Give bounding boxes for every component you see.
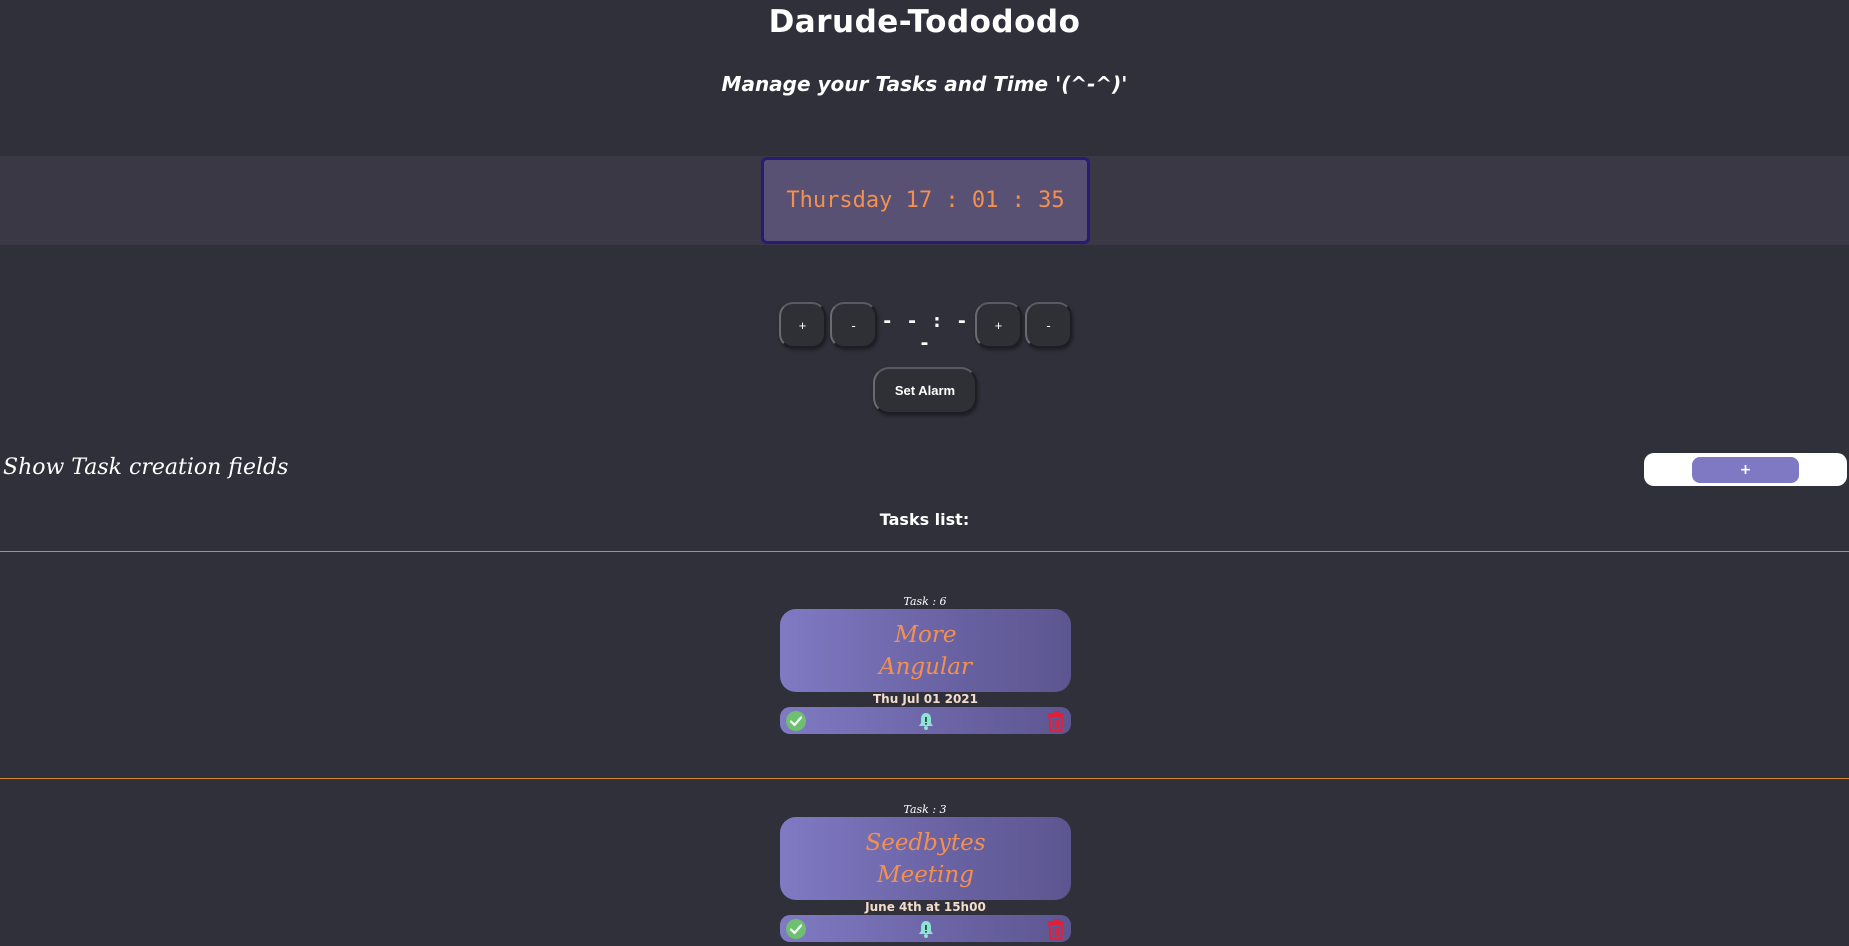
- task-date: Thu Jul 01 2021: [872, 692, 979, 706]
- alarm-hours-minus-button[interactable]: -: [830, 302, 877, 348]
- task-actions-bar: [780, 915, 1071, 942]
- alarm-hours-plus-button[interactable]: +: [779, 302, 826, 348]
- bell-icon[interactable]: [914, 917, 937, 940]
- set-alarm-button[interactable]: Set Alarm: [873, 367, 977, 414]
- alarm-time-display: - - : - -: [881, 310, 969, 354]
- task-card[interactable]: Seedbytes Meeting: [780, 817, 1071, 900]
- app-title: Darude-Todododo: [768, 4, 1081, 40]
- task-title-line: Angular: [878, 653, 973, 680]
- task-title-line: More: [894, 621, 957, 648]
- trash-icon[interactable]: [1044, 917, 1067, 940]
- alarm-minutes-minus-button[interactable]: -: [1025, 302, 1072, 348]
- app-subtitle: Manage your Tasks and Time '(^-^)': [721, 72, 1128, 96]
- task-title-line: Seedbytes: [865, 829, 986, 856]
- check-circle-icon[interactable]: [784, 709, 807, 732]
- task-number: Task : 3: [903, 803, 947, 816]
- task-date: June 4th at 15h00: [865, 900, 986, 914]
- bell-icon[interactable]: [914, 709, 937, 732]
- trash-icon[interactable]: [1044, 709, 1067, 732]
- task-title-line: Meeting: [877, 861, 974, 888]
- task-card[interactable]: More Angular: [780, 609, 1071, 692]
- clock-text: Thursday 17 : 01 : 35: [786, 188, 1065, 213]
- task-actions-bar: [780, 707, 1071, 734]
- clock-display: Thursday 17 : 01 : 35: [761, 157, 1090, 244]
- alarm-minutes-plus-button[interactable]: +: [975, 302, 1022, 348]
- divider: [0, 778, 1849, 779]
- task-fields-toggle: +: [1644, 453, 1847, 486]
- show-task-fields-label: Show Task creation fields: [3, 455, 289, 480]
- tasks-list-title: Tasks list:: [879, 510, 970, 529]
- task-number: Task : 6: [903, 595, 947, 608]
- app-page: Darude-Todododo Manage your Tasks and Ti…: [0, 0, 1849, 946]
- show-task-fields-button[interactable]: +: [1692, 457, 1799, 483]
- check-circle-icon[interactable]: [784, 917, 807, 940]
- divider: [0, 551, 1849, 552]
